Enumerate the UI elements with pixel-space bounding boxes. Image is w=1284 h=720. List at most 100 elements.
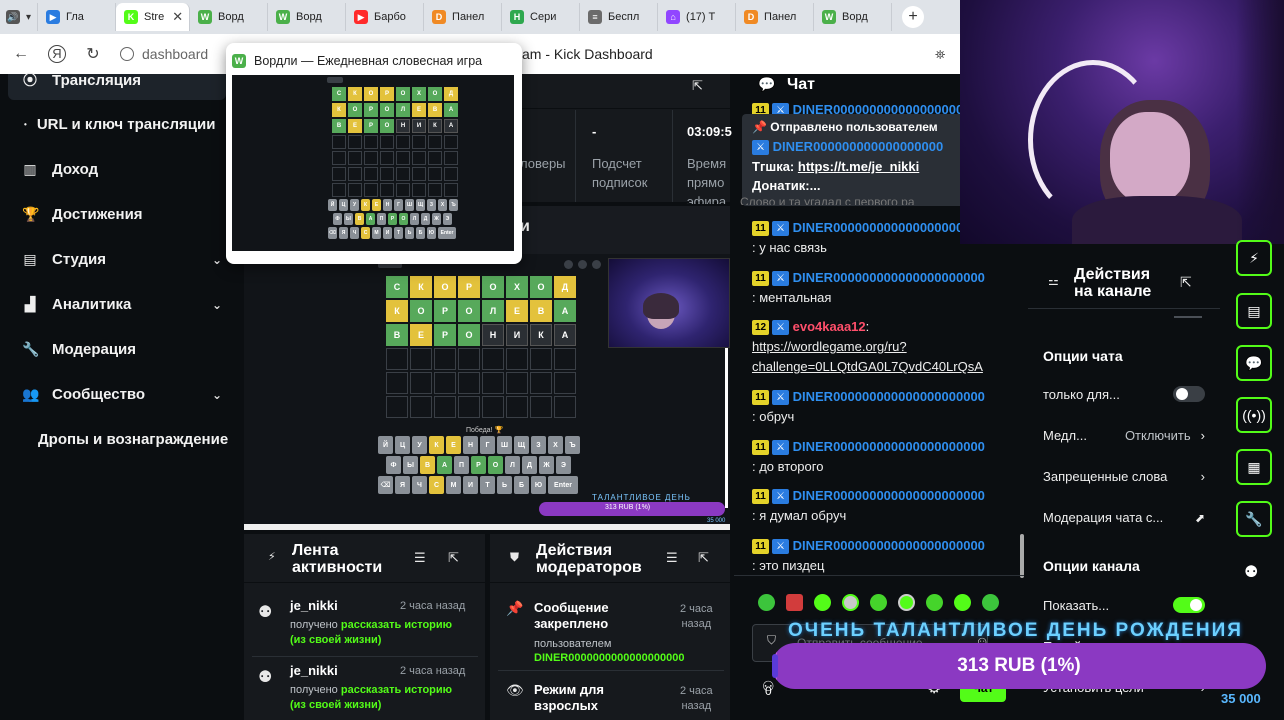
browser-tab[interactable]: D Панел xyxy=(424,3,503,31)
browser-tab[interactable]: ▶ Гла xyxy=(38,3,117,31)
keyboard-key[interactable]: Ц xyxy=(339,199,348,211)
chat-moderation-row[interactable]: Модерация чата с... ⬈ xyxy=(1043,510,1205,525)
close-icon[interactable]: ✕ xyxy=(172,9,183,25)
keyboard-key[interactable]: М xyxy=(446,476,461,494)
reload-icon[interactable]: ↻ xyxy=(84,44,102,64)
keyboard-key[interactable]: Л xyxy=(410,213,419,225)
keyboard-key[interactable]: С xyxy=(361,227,370,239)
activity-user[interactable]: je_nikki xyxy=(290,598,338,613)
lightning-icon[interactable]: ⚡ xyxy=(1236,240,1272,276)
show-toggle-row[interactable]: Показать... xyxy=(1043,597,1205,613)
emote-icon[interactable] xyxy=(842,594,859,611)
emote-icon[interactable] xyxy=(870,594,887,611)
keyboard-key[interactable]: У xyxy=(412,436,427,454)
emote-icon[interactable] xyxy=(786,594,803,611)
chat-username[interactable]: DINER000000000000000000000 xyxy=(793,270,985,285)
keyboard-key[interactable]: Б xyxy=(416,227,425,239)
chat-message[interactable]: 11 ⚔ DINER000000000000000000000 : до втор… xyxy=(752,437,1024,477)
broadcast-icon[interactable]: ((•)) xyxy=(1236,397,1272,433)
extension-icon[interactable]: ⛯ xyxy=(935,47,945,63)
browser-tab[interactable]: ▶ Барбо xyxy=(346,3,425,31)
filter-icon[interactable]: ☰ xyxy=(414,550,426,566)
keyboard-key[interactable]: Р xyxy=(388,213,397,225)
chat-username[interactable]: evo4kaaa12 xyxy=(793,319,866,334)
sidebar-item-studio[interactable]: ▤ Студия ⌄ xyxy=(22,251,222,268)
keyboard-key[interactable]: И xyxy=(383,227,392,239)
browser-tab[interactable]: ⌂ (17) T xyxy=(658,3,737,31)
keyboard-key[interactable]: Д xyxy=(421,213,430,225)
keyboard-key[interactable]: Э xyxy=(443,213,452,225)
emote-icon[interactable] xyxy=(954,594,971,611)
chat-link[interactable]: https://wordlegame.org/ru? xyxy=(752,339,907,354)
keyboard-key[interactable]: К xyxy=(361,199,370,211)
chat-username[interactable]: DINER000000000000000000000 xyxy=(793,220,985,235)
keyboard-key[interactable]: Й xyxy=(378,436,393,454)
chat-username[interactable]: DINER000000000000000000000 xyxy=(793,102,985,114)
keyboard-key[interactable]: Ч xyxy=(412,476,427,494)
sidebar-item-stream-key[interactable]: • URL и ключ трансляции xyxy=(24,116,224,133)
mod-action-user[interactable]: DINER0000000000000000000 xyxy=(534,651,716,666)
chat-message[interactable]: 12 ⚔ evo4kaaa12: https://wordlegame.org/r… xyxy=(752,317,1024,377)
scrollbar[interactable] xyxy=(725,348,728,508)
keyboard-key[interactable]: Б xyxy=(514,476,529,494)
keyboard-key[interactable]: З xyxy=(531,436,546,454)
keyboard-key[interactable]: Д xyxy=(522,456,537,474)
activity-user[interactable]: je_nikki xyxy=(290,663,338,678)
expand-icon[interactable]: ⇱ xyxy=(1180,274,1192,291)
browser-tab[interactable]: W Ворд xyxy=(814,3,893,31)
sidebar-item-income[interactable]: ▥ Доход xyxy=(22,161,222,178)
keyboard-key[interactable]: К xyxy=(429,436,444,454)
chat-username[interactable]: DINER000000000000000000000 xyxy=(793,488,985,503)
keyboard-key[interactable]: П xyxy=(454,456,469,474)
emote-icon[interactable] xyxy=(898,594,915,611)
keyboard-key[interactable]: Й xyxy=(328,199,337,211)
keyboard-key[interactable]: П xyxy=(377,213,386,225)
chat-scrollbar[interactable] xyxy=(1020,534,1024,578)
keyboard-key[interactable]: Т xyxy=(394,227,403,239)
emote-icon[interactable] xyxy=(926,594,943,611)
followers-only-toggle-row[interactable]: только для... xyxy=(1043,386,1205,402)
new-tab-button[interactable]: + xyxy=(902,6,925,28)
url-field[interactable]: dashboard xyxy=(120,46,208,62)
chevron-down-icon[interactable]: ⌄ xyxy=(212,388,222,402)
keyboard-key[interactable]: Ы xyxy=(403,456,418,474)
keyboard-key[interactable]: Enter xyxy=(438,227,456,239)
browser-tab[interactable]: ≡ Беспл xyxy=(580,3,659,31)
keyboard-key[interactable]: Э xyxy=(556,456,571,474)
keyboard-key[interactable]: Р xyxy=(471,456,486,474)
sidebar-item-drops[interactable]: Дропы и вознаграждение xyxy=(38,431,242,448)
yandex-icon[interactable]: Я xyxy=(48,45,66,63)
chat-message[interactable]: 11 ⚔ DINER000000000000000000000 : это пиз… xyxy=(752,536,1024,576)
expand-icon[interactable]: ⇱ xyxy=(692,78,703,94)
keyboard-key[interactable]: Н xyxy=(383,199,392,211)
chat-username[interactable]: DINER000000000000000000000 xyxy=(793,538,985,553)
keyboard-key[interactable]: О xyxy=(399,213,408,225)
keyboard-key[interactable]: В xyxy=(355,213,364,225)
emote-icon[interactable] xyxy=(814,594,831,611)
site-info-icon[interactable] xyxy=(120,47,134,61)
sidebar-item-community[interactable]: 👥 Сообщество ⌄ xyxy=(22,386,222,403)
chat-link[interactable]: challenge=0LLQtdGA0L7QvdC40LrQsA xyxy=(752,359,983,374)
community-icon[interactable]: ⚉ xyxy=(1244,562,1258,582)
keyboard-key[interactable]: Ш xyxy=(405,199,414,211)
browser-tab[interactable]: W Ворд xyxy=(190,3,269,31)
keyboard-key[interactable]: Я xyxy=(339,227,348,239)
url-text[interactable]: dashboard xyxy=(142,46,208,62)
layout-icon[interactable]: ▦ xyxy=(1236,449,1272,485)
chat-message[interactable]: 11 ⚔ DINER000000000000000000000 : менталь… xyxy=(752,268,1024,308)
keyboard-key[interactable]: Ф xyxy=(386,456,401,474)
slow-mode-row[interactable]: Медл... Отключить › xyxy=(1043,428,1205,443)
keyboard-key[interactable]: Щ xyxy=(416,199,425,211)
emote-icon[interactable] xyxy=(982,594,999,611)
back-icon[interactable]: ← xyxy=(12,45,30,63)
stream-video[interactable]: СКОРОХОДКОРОЛЕВАВЕРОНИКА Победа! 🏆 ЙЦУКЕ… xyxy=(244,254,730,530)
expand-icon[interactable]: ⇱ xyxy=(698,550,709,566)
keyboard-key[interactable]: Ш xyxy=(497,436,512,454)
chat-username[interactable]: DINER000000000000000000000 xyxy=(793,389,985,404)
keyboard-key[interactable]: Ю xyxy=(531,476,546,494)
keyboard-key[interactable]: О xyxy=(488,456,503,474)
keyboard-key[interactable]: Е xyxy=(446,436,461,454)
browser-menu-button[interactable]: 🔊 ▾ xyxy=(0,3,39,31)
keyboard-key[interactable]: Ъ xyxy=(449,199,458,211)
followers-only-toggle[interactable] xyxy=(1173,386,1205,402)
